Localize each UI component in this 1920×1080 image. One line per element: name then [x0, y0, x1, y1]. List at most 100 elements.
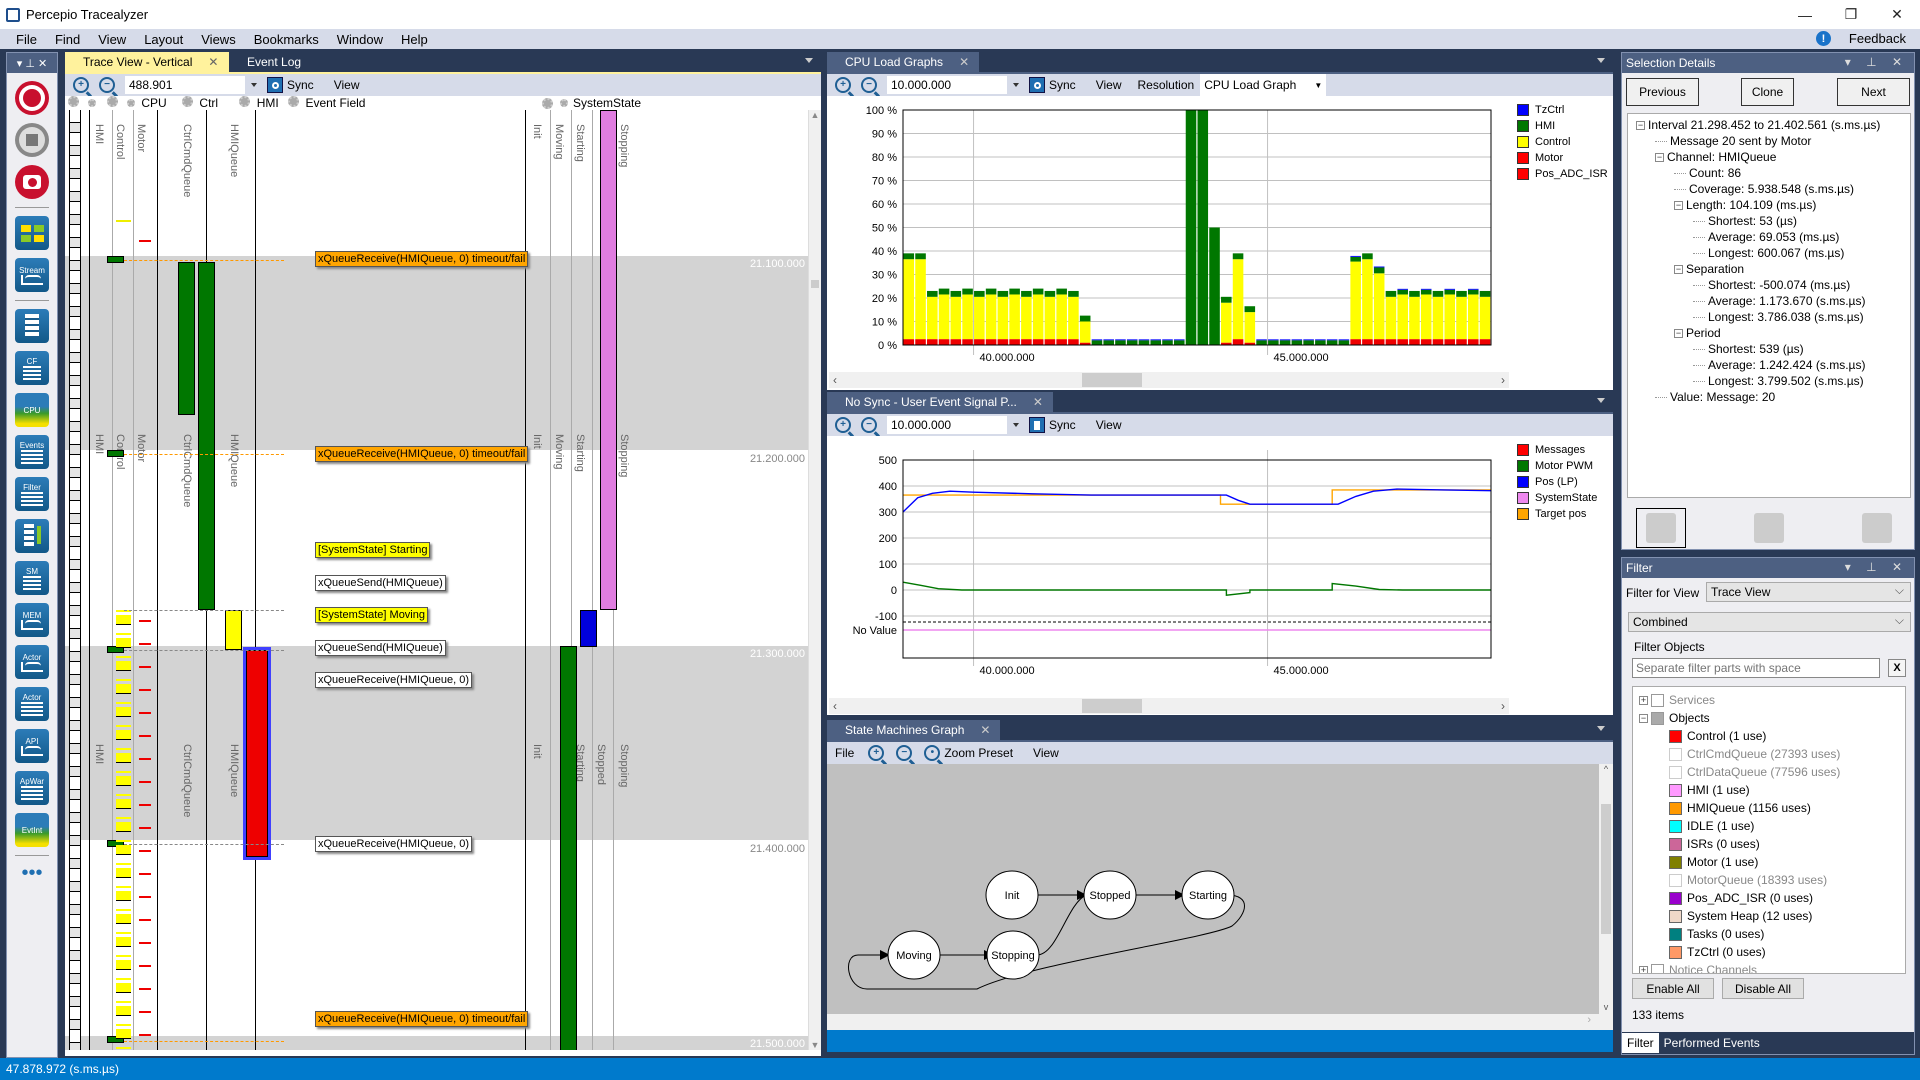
collapse-icon[interactable] [560, 99, 568, 107]
close-icon[interactable]: ✕ [959, 55, 969, 69]
legend-entry[interactable]: Motor PWM [1517, 458, 1597, 474]
selection-details-tree[interactable]: − Interval 21.298.452 to 21.402.561 (s.ms… [1627, 113, 1911, 498]
tab-performed-events[interactable]: Performed Events [1659, 1033, 1765, 1053]
record-icon[interactable] [15, 81, 49, 115]
state-machine-hscrollbar[interactable]: › [827, 1014, 1613, 1030]
actor-plot-icon[interactable]: Actor [15, 645, 49, 679]
filter-object-item[interactable]: MotorQueue (18393 uses) [1639, 871, 1905, 889]
color-swatch-checkbox[interactable] [1669, 748, 1682, 762]
filter-group[interactable]: + Notice Channels [1639, 961, 1905, 973]
previous-button[interactable]: Previous [1626, 78, 1699, 106]
filter-for-view-select[interactable]: Trace View [1706, 582, 1911, 602]
collapse-icon[interactable]: − [1636, 121, 1645, 131]
close-icon[interactable]: ✕ [1033, 395, 1043, 409]
color-swatch-checkbox[interactable] [1669, 766, 1682, 780]
menu-help[interactable]: Help [399, 32, 430, 47]
event-label[interactable]: xQueueSend(HMIQueue) [315, 575, 446, 591]
hmi-task-block[interactable] [107, 256, 124, 263]
filter-search-input[interactable] [1632, 658, 1880, 678]
legend-entry[interactable]: Pos (LP) [1517, 474, 1597, 490]
legend-entry[interactable]: Target pos [1517, 506, 1597, 522]
trace-canvas[interactable]: HMI Control Motor CtrlCmdQueue HMIQueue … [65, 110, 821, 1050]
filter-object-item[interactable]: CtrlDataQueue (77596 uses) [1639, 763, 1905, 781]
event-label[interactable]: [SystemState] Starting [315, 542, 431, 558]
legend-entry[interactable]: HMI [1517, 118, 1608, 134]
expand-icon[interactable]: + [1639, 696, 1648, 706]
legend-entry[interactable]: Motor [1517, 150, 1608, 166]
column-group-event-field[interactable]: Event Field [305, 96, 365, 110]
column-group-cpu[interactable]: CPU [141, 96, 166, 110]
event-label[interactable]: xQueueReceive(HMIQueue, 0) [315, 672, 473, 688]
checkbox[interactable] [1651, 964, 1664, 973]
disable-all-button[interactable]: Disable All [1722, 978, 1804, 999]
column-group-hmi[interactable]: HMI [257, 96, 279, 110]
tree-node[interactable]: Shortest: 539 (µs) [1636, 341, 1910, 357]
ctrl-queue-block[interactable] [198, 262, 215, 610]
sync-button[interactable]: Sync [1029, 417, 1076, 433]
event-label[interactable]: xQueueReceive(HMIQueue, 0) timeout/fail [315, 1011, 529, 1027]
tree-node[interactable]: − Length: 104.109 (ms.µs) [1636, 197, 1910, 213]
tree-node[interactable]: Average: 69.053 (ms.µs) [1636, 229, 1910, 245]
color-swatch-checkbox[interactable] [1669, 784, 1682, 798]
graph-type-select[interactable]: CPU Load Graph ▼ [1200, 74, 1327, 96]
state-machine-icon[interactable]: SM [15, 561, 49, 595]
signal-plot-chart[interactable]: 500 400 300 200 100 0 -100 No Value 40.000.000 45… [827, 436, 1613, 698]
menu-find[interactable]: Find [53, 32, 82, 47]
filter-group[interactable]: + Services [1639, 691, 1905, 709]
tree-node[interactable]: Shortest: 53 (µs) [1636, 213, 1910, 229]
selected-hmi-queue-block[interactable] [243, 647, 271, 860]
hmi-task-block[interactable] [107, 450, 124, 457]
filter-object-item[interactable]: CtrlCmdQueue (27393 uses) [1639, 745, 1905, 763]
menu-view[interactable]: View [96, 32, 128, 47]
panel-menu-icon[interactable] [1597, 726, 1605, 731]
tree-node[interactable]: − Period [1636, 325, 1910, 341]
event-intensity-icon[interactable]: EvtInt [15, 813, 49, 847]
close-icon[interactable]: ✕ [980, 723, 990, 737]
filter-object-item[interactable]: IDLE (1 use) [1639, 817, 1905, 835]
control-task-activity[interactable] [116, 610, 131, 1050]
zoom-in-icon[interactable]: + [73, 77, 89, 93]
tab-cpu-load-graphs[interactable]: CPU Load Graphs ✕ [827, 52, 980, 72]
trace-view-icon[interactable] [15, 309, 49, 343]
event-label[interactable]: xQueueSend(HMIQueue) [315, 640, 446, 656]
tree-node[interactable]: Message 20 sent by Motor [1636, 133, 1910, 149]
color-swatch-checkbox[interactable] [1669, 874, 1682, 888]
zoom-out-icon[interactable]: − [861, 77, 877, 93]
filter-object-item[interactable]: ISRs (0 uses) [1639, 835, 1905, 853]
cpu-load-chart[interactable]: 0 % 10 % 20 % 30 % 40 % 50 % 60 % 70 % 80 % 90 % 1… [827, 96, 1613, 374]
event-label[interactable]: xQueueReceive(HMIQueue, 0) [315, 836, 473, 852]
filter-object-item[interactable]: HMI (1 use) [1639, 781, 1905, 799]
zoom-in-icon[interactable]: + [835, 77, 851, 93]
cpu-load-icon[interactable]: CPU [15, 393, 49, 427]
communication-flow-icon[interactable]: CF [15, 351, 49, 385]
tab-state-machines-graph[interactable]: State Machines Graph ✕ [827, 720, 1001, 740]
tree-node[interactable]: Longest: 3.786.038 (s.ms.µs) [1636, 309, 1910, 325]
zoom-preset-button[interactable]: Zoom Preset [944, 746, 1013, 760]
state-moving-block[interactable] [560, 646, 577, 1050]
collapse-icon[interactable]: − [1674, 201, 1683, 211]
toolbox-header[interactable]: ▾ ⊥ ✕ [7, 53, 57, 73]
gear-icon[interactable] [239, 96, 251, 107]
next-button[interactable]: Next [1837, 78, 1910, 106]
vertical-trace-icon[interactable] [1744, 508, 1794, 548]
tree-node[interactable]: − Channel: HMIQueue [1636, 149, 1910, 165]
panel-menu-icon[interactable] [805, 58, 813, 63]
panel-menu-icon[interactable] [1597, 58, 1605, 63]
hmi-queue-block[interactable] [225, 610, 242, 650]
expand-icon[interactable]: + [1639, 966, 1648, 973]
menu-bookmarks[interactable]: Bookmarks [252, 32, 321, 47]
feedback-button[interactable]: ! Feedback [1802, 31, 1906, 46]
event-label[interactable]: [SystemState] Moving [315, 607, 428, 623]
zoom-level-input[interactable]: 488.901 [125, 76, 257, 94]
dashboard-icon[interactable] [15, 216, 49, 250]
color-swatch-checkbox[interactable] [1669, 802, 1682, 816]
enable-all-button[interactable]: Enable All [1632, 978, 1714, 999]
menu-layout[interactable]: Layout [142, 32, 185, 47]
tab-filter[interactable]: Filter [1622, 1033, 1659, 1053]
ctrl-queue-block[interactable] [178, 262, 195, 415]
restore-button[interactable]: ❐ [1828, 0, 1874, 29]
column-group-ctrl[interactable]: Ctrl [199, 96, 218, 110]
gear-icon[interactable] [288, 96, 300, 107]
filter-icon[interactable]: Filter [15, 477, 49, 511]
event-label[interactable]: xQueueReceive(HMIQueue, 0) timeout/fail [315, 251, 529, 267]
